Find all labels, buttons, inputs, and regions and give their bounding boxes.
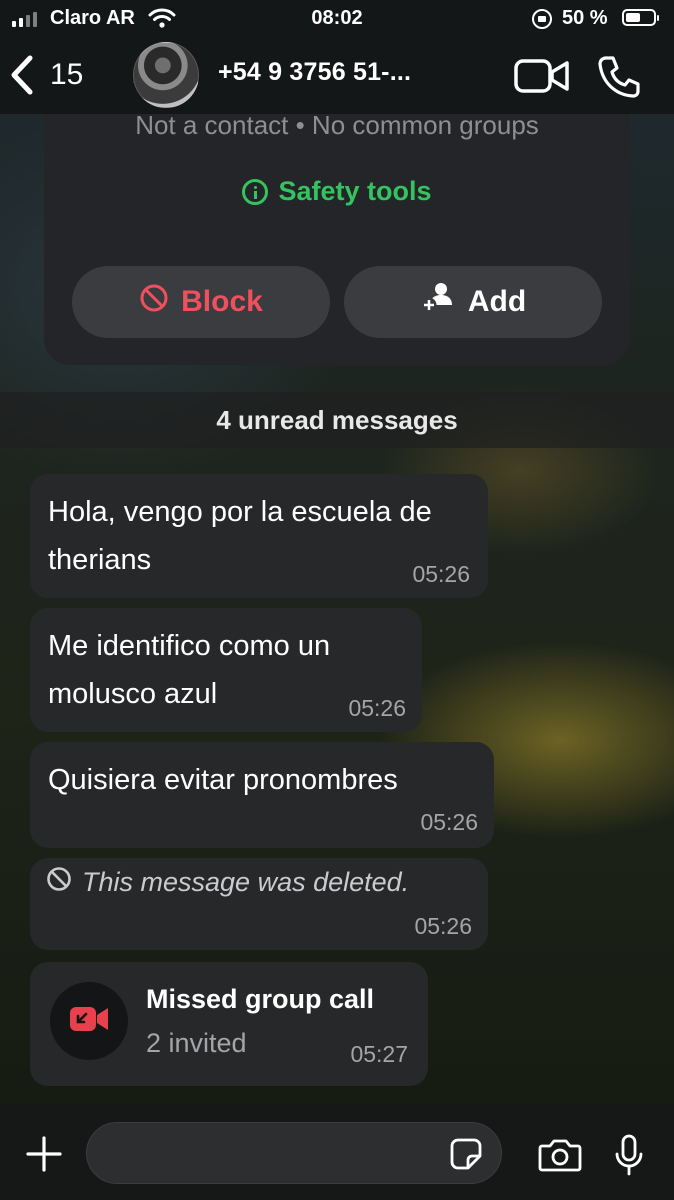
missed-call-subtitle: 2 invited [146,1028,247,1058]
deleted-icon [46,866,72,899]
unread-chats-count: 15 [50,58,84,91]
message-text: Quisiera evitar pronombres [48,764,398,796]
message-time: 05:26 [412,561,470,587]
battery-percentage: 50 % [562,7,608,29]
deleted-message-row: This message was deleted. [46,866,409,899]
message-time: 05:26 [414,913,472,939]
contact-name[interactable]: +54 9 3756 51-... [218,58,411,87]
chat-header: 15 +54 9 3756 51-... [0,38,674,114]
avatar[interactable] [133,42,199,108]
missed-call-title: Missed group call [146,984,375,1014]
missed-video-call-icon [69,1005,109,1038]
block-button[interactable]: Block [72,266,330,338]
video-call-icon [514,59,570,98]
deleted-message-bubble[interactable]: This message was deleted. 05:26 [30,858,488,950]
camera-icon [538,1139,582,1176]
phone-icon [596,56,642,104]
block-label: Block [181,285,263,318]
safety-tools-label: Safety tools [278,176,432,206]
voice-message-button[interactable] [614,1134,644,1181]
contact-relationship-text: Not a contact • No common groups [135,110,539,140]
message-bubble[interactable]: Quisiera evitar pronombres 05:26 [30,742,494,848]
add-label: Add [467,285,527,318]
message-bubble[interactable]: Hola, vengo por la escuela de therians 0… [30,474,488,598]
sticker-button[interactable] [450,1138,482,1175]
back-chevron-icon [10,55,34,95]
unread-messages-divider: 4 unread messages [0,392,674,448]
info-icon [242,178,269,205]
message-time: 05:27 [350,1041,408,1067]
sticker-icon [450,1138,482,1174]
deleted-message-text: This message was deleted. [82,867,410,897]
voice-call-button[interactable] [596,54,642,105]
camera-button[interactable] [538,1138,582,1177]
back-button[interactable]: 15 [10,50,83,100]
rotation-lock-icon [532,9,552,29]
add-contact-button[interactable]: Add [344,266,602,338]
attach-button[interactable] [26,1136,62,1177]
safety-tools-link[interactable]: Safety tools [44,176,630,207]
message-bubble[interactable]: Me identifico como un molusco azul 05:26 [30,608,422,732]
message-time: 05:26 [420,809,478,835]
message-composer [0,1104,674,1200]
status-bar: Claro AR 08:02 50 % [0,0,674,38]
missed-call-bubble[interactable]: Missed group call 2 invited 05:27 [30,962,428,1086]
microphone-icon [614,1134,644,1180]
video-call-button[interactable] [514,58,570,99]
missed-call-icon-container [50,982,128,1060]
message-input[interactable] [86,1122,502,1184]
contact-info-card: Not a contact • No common groups Safety … [44,70,630,365]
add-contact-icon [420,281,456,323]
block-icon [139,283,169,321]
battery-icon [622,9,659,26]
plus-icon [26,1136,62,1176]
message-time: 05:26 [348,695,406,721]
